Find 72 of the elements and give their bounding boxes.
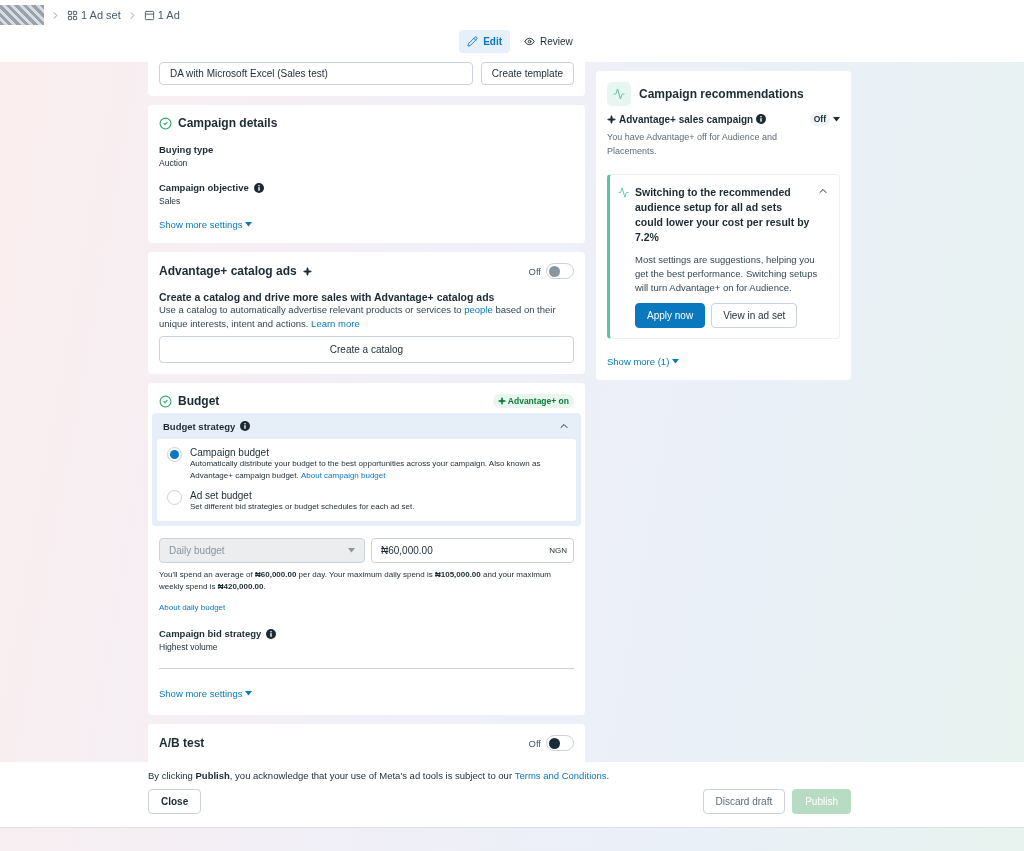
toggle-switch[interactable]: [546, 735, 574, 751]
trend-icon: [618, 187, 629, 198]
info-icon[interactable]: [253, 182, 264, 193]
show-more-link[interactable]: Show more (1): [607, 356, 680, 367]
trend-icon: [607, 82, 631, 106]
catalog-description: Use a catalog to automatically advertise relevant products or services to people based on their unique interests, intent and actions. Learn more: [159, 303, 557, 331]
section-title: Advantage+ catalog ads: [159, 264, 297, 278]
info-icon[interactable]: [756, 114, 767, 124]
field-label: Campaign objective: [159, 182, 249, 193]
toggle-label: Off: [528, 265, 541, 277]
budget-note: You'll spend an average of ₦60,000.00 per day. Your maximum daily spend is ₦105,000.00 and your maximum weekly spend is ₦420,000.00.: [159, 569, 553, 593]
breadcrumb-link[interactable]: 1 Ad set: [67, 9, 121, 21]
suggestion-body: Most settings are suggestions, helping you get the best performance. Switching setups will turn Advantage+ on for Audience.: [634, 253, 819, 295]
create-catalog-button[interactable]: Create a catalog: [159, 336, 574, 363]
redacted-block: [0, 5, 44, 25]
window-icon: [143, 9, 155, 21]
template-name-field[interactable]: DA with Microsoft Excel (Sales test): [159, 62, 473, 85]
caret-icon: [245, 691, 253, 696]
mode-tab[interactable]: Edit: [459, 30, 511, 53]
caret-icon: [348, 548, 355, 553]
grid-icon: [67, 9, 78, 21]
terms-link[interactable]: Terms and Conditions: [514, 770, 607, 781]
budget-amount-field[interactable]: ₦60,000.00 NGN: [371, 538, 574, 563]
toggle-switch[interactable]: [546, 263, 574, 279]
option-description: Set different bid strategies or budget schedules for each ad set.: [190, 501, 415, 513]
field-value: Auction: [159, 158, 189, 168]
field-label: Buying type: [159, 144, 214, 155]
publish-notice: By clicking Publish, you acknowledge that your use of Meta's ad tools is subject to our Terms and Conditions.: [148, 770, 611, 781]
option-label: Campaign budget: [190, 447, 270, 458]
field-value: Sales: [159, 196, 182, 206]
apply-now-button[interactable]: Apply now: [635, 303, 706, 328]
caret-icon: [672, 359, 680, 364]
option-label: Ad set budget: [190, 490, 253, 501]
currency-label: NGN: [549, 546, 567, 555]
panel-title: Campaign recommendations: [639, 87, 804, 101]
people-link[interactable]: people: [464, 303, 493, 317]
section-title: Campaign details: [178, 116, 278, 130]
radio-button[interactable]: [167, 447, 182, 462]
section-title: Budget: [178, 394, 220, 408]
breadcrumb-link[interactable]: 1 Ad: [143, 9, 180, 21]
show-more-link[interactable]: Show more settings: [159, 688, 253, 699]
show-more-link[interactable]: Show more settings: [159, 219, 253, 230]
close-button[interactable]: Close: [148, 789, 202, 814]
section-title: A/B test: [159, 736, 205, 750]
advantage-note: You have Advantage+ off for Audience and Placements.: [607, 131, 778, 158]
info-icon[interactable]: [266, 628, 277, 639]
info-icon[interactable]: [240, 421, 251, 431]
about-daily-budget-link[interactable]: About daily budget: [159, 603, 226, 612]
advantage-badge: Advantage+ on: [492, 394, 574, 408]
view-in-ad-set-button[interactable]: View in ad set: [711, 303, 798, 328]
toggle-label: Off: [528, 737, 541, 749]
suggestion-title: Switching to the recommended audience setup for all ad sets could lower your cost per result by 7.2%: [635, 185, 811, 245]
field-label: Campaign bid strategy: [159, 628, 262, 639]
learn-more-link[interactable]: Learn more: [311, 317, 360, 331]
strategy-title: Budget strategy: [163, 420, 236, 432]
sparkle-icon: [607, 114, 616, 124]
field-value: Highest volume: [159, 642, 219, 652]
catalog-heading: Create a catalog and drive more sales with Advantage+ catalog ads: [159, 291, 496, 303]
about-link[interactable]: About campaign budget: [301, 470, 386, 482]
create-template-button[interactable]: Create template: [480, 62, 574, 85]
advantage-label: Advantage+ sales campaign: [619, 113, 754, 125]
sparkle-icon: [302, 266, 312, 276]
budget-strategy-header[interactable]: Budget strategy: [152, 413, 581, 439]
radio-button[interactable]: [167, 490, 182, 505]
mode-tab[interactable]: Review: [516, 30, 581, 53]
option-description: Automatically distribute your budget to the best opportunities across your campaign. Also known as Advantage+ campaign budget. About campaign budget: [190, 458, 542, 482]
discard-draft-button[interactable]: Discard draft: [702, 789, 786, 814]
caret-icon: [245, 222, 253, 227]
caret-icon: [833, 116, 840, 122]
eye-icon: [524, 36, 536, 47]
pencil-icon: [467, 36, 479, 47]
status-pill: Off: [809, 112, 830, 126]
